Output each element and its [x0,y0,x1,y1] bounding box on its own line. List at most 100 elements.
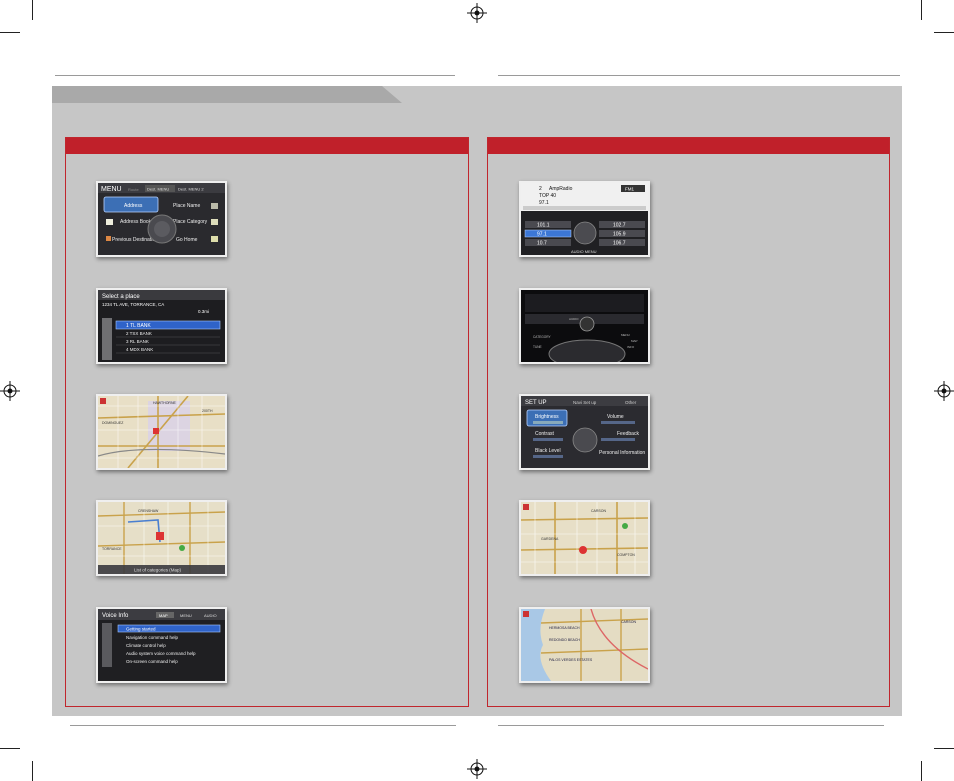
voice-tab-map[interactable]: MAP [159,613,168,618]
console-label-info[interactable]: INFO [627,345,635,349]
console-label-menu[interactable]: MENU [621,333,630,337]
voice-item-2[interactable]: Navigation command help [126,635,179,640]
footer-rule-right [498,725,884,726]
screenshot-map-3: CARSON GARDENA COMPTON [519,500,650,576]
setup-item-contrast[interactable]: Contrast [535,431,555,437]
audio-freq: 97.1 [539,200,549,206]
left-panel-header [66,138,468,154]
place-name-icon [211,203,218,209]
screenshot-setup: SET UP Navi Set up Other Brightness Volu… [519,394,650,470]
setup-item-black-level[interactable]: Black Level [535,448,561,454]
north-arrow-icon [523,504,529,510]
preset-6: 106.7 [613,241,626,247]
menu-item-place-name[interactable]: Place Name [173,203,200,209]
console-knob-icon[interactable] [579,316,595,332]
map2-footer[interactable]: List of categories (Map) [134,568,182,573]
setup-tab-other[interactable]: Other [625,400,637,405]
menu-item-address-book[interactable]: Address Book [120,219,152,225]
console-label-audio[interactable]: AUDIO [569,317,579,321]
screenshot-select-place: Select a place 1234 TL AVE, TORRANCE, CA… [96,288,227,364]
right-panel-header [488,138,889,154]
preset-2: 102.7 [613,223,626,229]
menu-item-address: Address [124,203,143,209]
footer-rule-left [70,725,456,726]
preset-3: 97.1 [537,232,547,238]
crop-mark [921,0,922,20]
menu-tab-dest2[interactable]: Dest. MENU 2 [178,187,204,192]
place-item-4[interactable]: 4 MDX BANK [126,347,153,352]
place-item-3[interactable]: 3 RL BANK [126,339,149,344]
console-label-category[interactable]: CATEGORY [533,335,551,339]
voice-item-1: Getting started [126,627,156,632]
north-arrow-icon [100,398,106,404]
setup-tab-navi[interactable]: Navi Set up [573,400,597,405]
setup-item-personal[interactable]: Personal Information [599,450,645,456]
menu-item-go-home[interactable]: Go Home [176,237,198,243]
map3-label-compton: COMPTON [617,553,635,557]
preset-button[interactable] [525,239,571,246]
voice-item-5[interactable]: On-screen command help [126,659,178,664]
location-marker-icon [153,428,159,434]
setup-title: SET UP [525,400,547,406]
screenshot-map-1: HAWTHORNE DOMINGUEZ 200TH [96,394,227,470]
address-book-icon [106,219,113,225]
console-label-tune[interactable]: TUNE [533,345,542,349]
menu-tab-dest[interactable]: Dest. MENU [147,187,169,192]
menu-tab-route[interactable]: Route [128,187,139,192]
interface-dial-icon [572,427,598,453]
voice-tab-audio[interactable]: AUDIO [204,613,217,618]
interface-dial-icon [573,221,597,245]
poi-icon [622,523,628,529]
map4-label-redondo: REDONDO BEACH [549,638,580,642]
select-place-title: Select a place [102,294,140,300]
crop-mark [921,761,922,781]
screenshot-console: CATEGORY TUNE AUDIO MENU MAP INFO [519,288,650,364]
console-label-map[interactable]: MAP [631,339,638,343]
home-icon [211,236,218,242]
setup-item-feedback[interactable]: Feedback [617,431,639,437]
setup-item-volume[interactable]: Volume [607,414,624,420]
preset-button-active[interactable] [524,229,572,238]
map1-label-dominguez: DOMINGUEZ [102,421,124,425]
map1-label-hawthorne: HAWTHORNE [153,401,176,405]
map4-label-palos-verdes: PALOS VERDES ESTATES [549,658,593,662]
map4-label-hermosa: HERMOSA BEACH [549,626,580,630]
header-rule-right [498,75,900,76]
registration-mark-icon [467,759,487,779]
previous-icon [106,236,111,241]
header-rule-left [55,75,455,76]
crop-mark [32,761,33,781]
place-item-1: 1 TL BANK [126,323,151,329]
voice-tab-menu[interactable]: MENU [180,613,192,618]
map3-label-gardena: GARDENA [541,537,559,541]
voice-item-4[interactable]: Audio system voice command help [126,651,196,656]
crop-mark [0,748,20,749]
menu-title: MENU [101,186,122,193]
crop-mark [0,32,20,33]
crop-mark [32,0,33,20]
setup-item-brightness: Brightness [535,414,559,420]
vehicle-position-icon [579,546,587,554]
poi-icon [179,545,185,551]
audio-program: TOP 40 [539,193,556,199]
map1-label-200th: 200TH [202,409,213,413]
select-place-distance: 0.3mi [198,309,209,314]
destination-flag-icon [156,532,164,540]
screenshot-map-2: CRENSHAW TORRANCE List of categories (Ma… [96,500,227,576]
voice-item-3[interactable]: Climate control help [126,643,166,648]
registration-mark-icon [467,3,487,23]
menu-item-place-category[interactable]: Place Category [173,219,208,225]
screenshot-map-4: HERMOSA BEACH REDONDO BEACH PALOS VERDES… [519,607,650,683]
select-place-address: 1234 TL AVE, TORRANCE, CA [102,302,164,307]
preset-4: 105.9 [613,232,626,238]
map2-label-torrance: TORRANCE [102,547,122,551]
map2-label-crenshaw: CRENSHAW [138,509,159,513]
preset-5: 10.7 [537,241,547,247]
category-icon [211,219,218,225]
screenshot-audio: 2 AmpRadio TOP 40 97.1 FM1 101.1 102.7 9… [519,181,650,257]
section-tab [52,86,402,103]
audio-footer[interactable]: AUDIO MENU [571,249,597,254]
registration-mark-icon [0,381,20,401]
north-arrow-icon [523,611,529,617]
place-item-2[interactable]: 2 TSX BANK [126,331,152,336]
